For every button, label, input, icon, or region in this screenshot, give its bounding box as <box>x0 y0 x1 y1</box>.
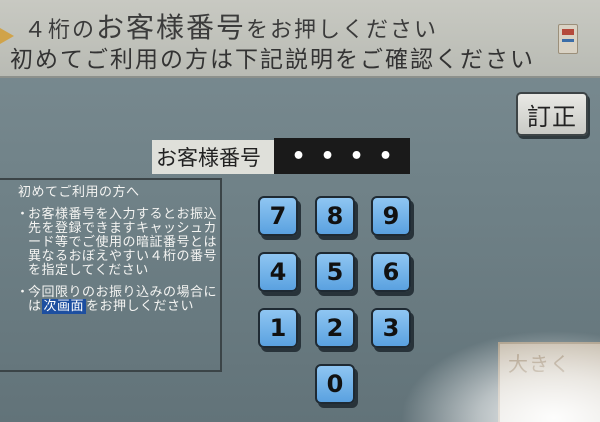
header-line-2: 初めてご利用の方は下記説明をご確認ください <box>10 47 535 73</box>
large-text-button[interactable]: 大きく <box>498 342 600 422</box>
info-item-register: お客様番号を入力するとお振込先を登録できますキャッシュカード等でご使用の暗証番号… <box>16 208 218 278</box>
next-screen-highlight: 次画面 <box>41 299 87 314</box>
customer-number-label: お客様番号 <box>152 140 274 174</box>
masked-digit: • <box>320 143 335 169</box>
correction-button[interactable]: 訂正 <box>516 92 588 136</box>
atm-screen: ４桁のお客様番号をお押しください 初めてご利用の方は下記説明をご確認ください 訂… <box>0 0 600 422</box>
info-item-one-time-tail: をお押しください <box>86 299 195 314</box>
key-8[interactable]: 8 <box>315 196 355 236</box>
key-6[interactable]: 6 <box>371 252 411 292</box>
key-9[interactable]: 9 <box>371 196 411 236</box>
masked-digit: • <box>349 143 364 169</box>
key-7[interactable]: 7 <box>258 196 298 236</box>
key-1[interactable]: 1 <box>258 308 298 348</box>
info-title: 初めてご利用の方へ <box>18 185 140 200</box>
key-0[interactable]: 0 <box>315 364 355 404</box>
key-4[interactable]: 4 <box>258 252 298 292</box>
first-time-info: 初めてご利用の方へ お客様番号を入力するとお振込先を登録できますキャッシュカード… <box>16 185 218 322</box>
key-2[interactable]: 2 <box>315 308 355 348</box>
instruction-header: ４桁のお客様番号をお押しください 初めてご利用の方は下記説明をご確認ください <box>0 0 600 78</box>
masked-digit: • <box>291 143 306 169</box>
key-5[interactable]: 5 <box>315 252 355 292</box>
large-text-label: 大きく <box>508 352 571 376</box>
masked-digit: • <box>378 143 393 169</box>
card-icon <box>558 24 578 54</box>
key-3[interactable]: 3 <box>371 308 411 348</box>
customer-number-field: • • • • <box>274 138 410 174</box>
info-item-one-time: 今回限りのお振り込みの場合には次画面をお押しください <box>16 286 218 314</box>
